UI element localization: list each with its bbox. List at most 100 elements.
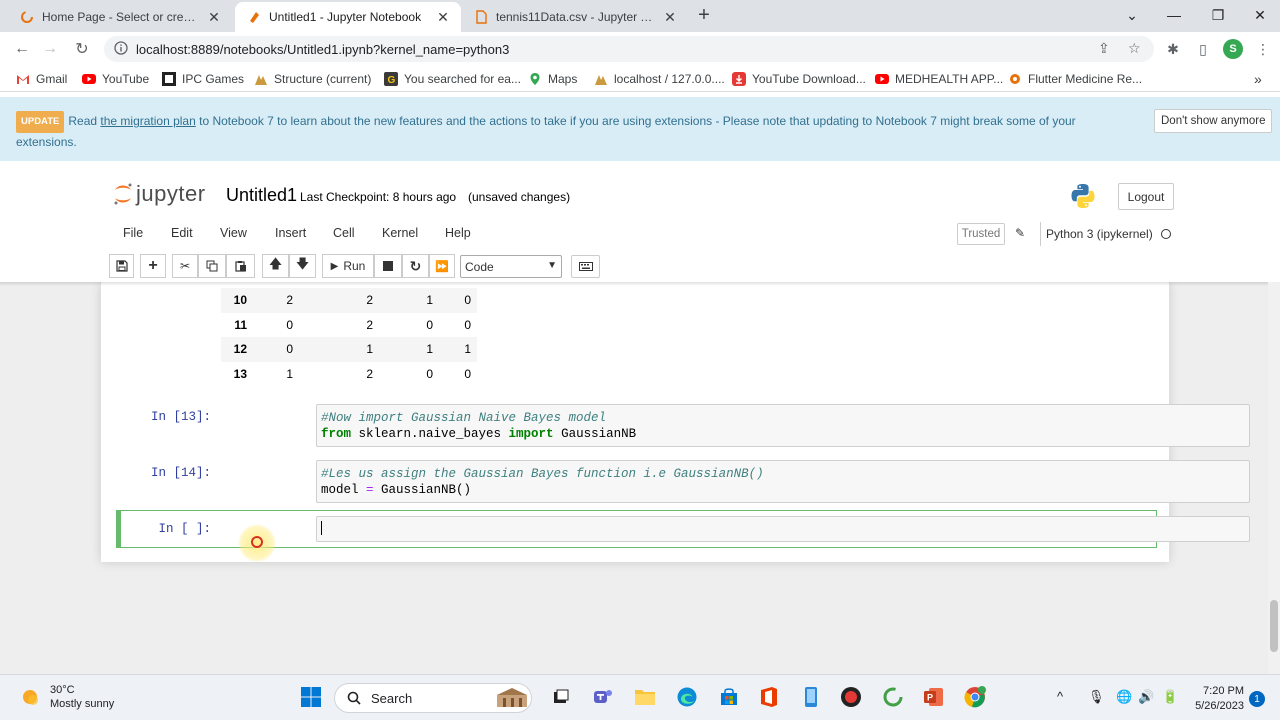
close-icon[interactable]: ✕: [662, 9, 678, 26]
powerpoint-icon[interactable]: P: [921, 684, 947, 710]
bookmark-youtube-download[interactable]: YouTube Download...: [732, 70, 866, 88]
move-down-button[interactable]: 🡇: [289, 254, 316, 278]
dont-show-anymore-button[interactable]: Don't show anymore: [1154, 109, 1273, 133]
office-icon[interactable]: [756, 684, 782, 710]
bookmark-youtube[interactable]: YouTube: [82, 70, 149, 88]
scrollbar-thumb[interactable]: [1270, 600, 1278, 652]
notebook-name[interactable]: Untitled1: [226, 185, 297, 206]
side-panel-icon[interactable]: ▯: [1192, 38, 1214, 60]
restart-button[interactable]: ↻: [402, 254, 429, 278]
save-button[interactable]: [109, 254, 134, 278]
migration-plan-link[interactable]: the migration plan: [100, 114, 195, 128]
bookmark-localhost[interactable]: localhost / 127.0.0....: [594, 70, 725, 88]
language-globe-icon[interactable]: 🌐: [1116, 689, 1132, 705]
windows-start-icon[interactable]: [298, 684, 324, 710]
taskbar-search[interactable]: Search: [334, 683, 532, 713]
menu-view[interactable]: View: [220, 226, 247, 240]
youtube-icon: [875, 72, 889, 86]
cell-type-select[interactable]: Code ▼: [460, 255, 562, 278]
paste-button[interactable]: [226, 254, 255, 278]
jupyter-logo-icon: [114, 183, 132, 205]
bookmark-maps[interactable]: Maps: [528, 70, 577, 88]
cut-button[interactable]: ✂: [172, 254, 198, 278]
bookmark-ipc-games[interactable]: IPC Games: [162, 70, 244, 88]
copy-button[interactable]: [198, 254, 226, 278]
notification-badge[interactable]: 1: [1249, 691, 1265, 707]
close-icon[interactable]: ✕: [435, 9, 451, 26]
move-up-button[interactable]: 🡅: [262, 254, 289, 278]
forward-arrow-icon[interactable]: →: [38, 38, 62, 60]
more-bookmarks-icon[interactable]: »: [1254, 70, 1262, 88]
menu-kebab-icon[interactable]: ⋮: [1252, 38, 1274, 60]
new-tab-button[interactable]: +: [694, 4, 714, 28]
copy-icon: [206, 260, 218, 272]
sync-app-icon[interactable]: [880, 684, 906, 710]
tab-untitled1[interactable]: Untitled1 - Jupyter Notebook ✕: [235, 2, 461, 32]
tab-title: tennis11Data.csv - Jupyter Text E: [496, 10, 656, 24]
table-cell: 0: [464, 366, 471, 381]
code-cell-input[interactable]: #Now import Gaussian Naive Bayes model f…: [316, 404, 1250, 447]
record-icon[interactable]: [838, 684, 864, 710]
battery-icon[interactable]: 🔋: [1162, 689, 1178, 705]
url-text[interactable]: localhost:8889/notebooks/Untitled1.ipynb…: [136, 42, 509, 57]
minimize-icon[interactable]: —: [1152, 0, 1196, 30]
page-scrollbar[interactable]: [1268, 282, 1280, 674]
bookmark-label: Flutter Medicine Re...: [1028, 72, 1143, 86]
bookmark-medhealth[interactable]: MEDHEALTH APP...: [875, 70, 1003, 88]
share-icon[interactable]: ⇪: [1098, 40, 1110, 57]
edge-icon[interactable]: [674, 684, 700, 710]
info-icon[interactable]: [114, 40, 128, 58]
insert-cell-button[interactable]: +: [140, 254, 166, 278]
menu-help[interactable]: Help: [445, 226, 471, 240]
teams-icon[interactable]: [590, 684, 616, 710]
run-button[interactable]: ▶ Run: [322, 254, 374, 278]
menu-kernel[interactable]: Kernel: [382, 226, 418, 240]
menu-insert[interactable]: Insert: [275, 226, 306, 240]
bookmark-star-icon[interactable]: ☆: [1128, 40, 1141, 57]
bookmark-gmail[interactable]: Gmail: [16, 70, 67, 88]
table-row: 11 0 2 0 0: [221, 313, 477, 338]
save-icon: [115, 260, 128, 272]
restart-run-all-button[interactable]: ⏩: [429, 254, 455, 278]
reload-icon[interactable]: ↻: [70, 38, 94, 60]
table-row: 13 1 2 0 0: [221, 362, 477, 387]
unsaved-status: (unsaved changes): [468, 190, 571, 204]
code-identifier: GaussianNB: [553, 427, 637, 441]
close-icon[interactable]: ✕: [206, 9, 222, 26]
task-view-icon[interactable]: [548, 684, 574, 710]
bookmark-you-searched[interactable]: G You searched for ea...: [384, 70, 521, 88]
bookmark-label: YouTube: [102, 72, 150, 86]
show-hidden-icons-chevron[interactable]: ^: [1057, 689, 1063, 704]
logout-button[interactable]: Logout: [1118, 183, 1174, 210]
chrome-icon[interactable]: [962, 684, 988, 710]
profile-avatar[interactable]: S: [1223, 39, 1243, 59]
weather-widget[interactable]: 30°C Mostly sunny: [18, 683, 114, 711]
tab-home-page[interactable]: Home Page - Select or create a n ✕: [8, 2, 232, 32]
bookmark-flutter-medicine[interactable]: Flutter Medicine Re...: [1008, 70, 1142, 88]
clock-date: 5/26/2023: [1195, 700, 1244, 712]
command-palette-button[interactable]: [571, 255, 600, 278]
tab-tennis-csv[interactable]: tennis11Data.csv - Jupyter Text E ✕: [462, 2, 688, 32]
back-arrow-icon[interactable]: ←: [10, 38, 34, 60]
file-explorer-icon[interactable]: [632, 684, 658, 710]
active-code-cell-input[interactable]: [316, 516, 1250, 542]
microphone-icon[interactable]: 🎙: [1088, 689, 1105, 705]
menu-cell[interactable]: Cell: [333, 226, 355, 240]
tab-search-chevron-icon[interactable]: ⌄: [1110, 0, 1154, 30]
pencil-icon[interactable]: ✎: [1015, 226, 1025, 240]
restore-icon[interactable]: ❐: [1196, 0, 1240, 30]
address-bar[interactable]: localhost:8889/notebooks/Untitled1.ipynb…: [104, 36, 1154, 62]
store-icon[interactable]: [716, 684, 742, 710]
jupyter-logo[interactable]: jupyter: [112, 181, 206, 207]
extensions-icon[interactable]: ✱: [1162, 38, 1184, 60]
volume-icon[interactable]: 🔊: [1138, 689, 1154, 705]
window-close-icon[interactable]: ✕: [1238, 0, 1280, 30]
interrupt-button[interactable]: [374, 254, 402, 278]
menu-edit[interactable]: Edit: [171, 226, 193, 240]
code-cell-input[interactable]: #Les us assign the Gaussian Bayes functi…: [316, 460, 1250, 503]
trusted-badge[interactable]: Trusted: [957, 223, 1005, 245]
menu-file[interactable]: File: [123, 226, 143, 240]
bookmark-structure[interactable]: Structure (current): [254, 70, 371, 88]
system-clock[interactable]: 7:20 PM 5/26/2023: [1188, 684, 1244, 714]
phone-link-icon[interactable]: [798, 684, 824, 710]
